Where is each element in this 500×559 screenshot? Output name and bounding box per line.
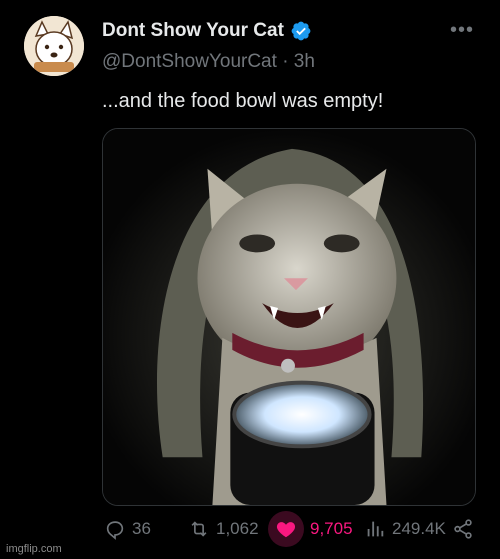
share-icon <box>454 519 472 539</box>
reply-button[interactable]: 36 <box>104 513 151 545</box>
like-highlight <box>268 511 304 547</box>
view-count: 249.4K <box>392 519 446 538</box>
timestamp[interactable]: 3h <box>294 51 315 72</box>
tweet-media[interactable] <box>102 128 476 506</box>
watermark: imgflip.com <box>6 543 62 555</box>
cat-with-flashlight-image <box>103 129 475 505</box>
display-name[interactable]: Dont Show Your Cat <box>102 20 284 42</box>
like-button[interactable]: 9,705 <box>268 511 353 547</box>
tweet-text: ...and the food bowl was empty! <box>102 90 384 112</box>
share-button[interactable] <box>452 513 474 545</box>
retweet-button[interactable]: 1,062 <box>188 513 259 545</box>
verified-badge-icon <box>291 21 311 41</box>
views-button[interactable]: 249.4K <box>364 513 446 545</box>
tweet-actions: 36 1,062 9,705 249.4K <box>102 511 476 547</box>
handle[interactable]: @DontShowYourCat <box>102 51 277 72</box>
views-icon <box>367 521 384 537</box>
retweet-count: 1,062 <box>216 519 259 538</box>
more-options-icon[interactable]: ••• <box>450 20 474 40</box>
avatar[interactable] <box>24 16 84 76</box>
reply-icon <box>106 521 124 540</box>
separator: · <box>282 51 289 72</box>
reply-count: 36 <box>132 519 151 538</box>
retweet-icon <box>191 521 207 537</box>
author-row: Dont Show Your Cat <box>102 20 312 42</box>
like-count: 9,705 <box>310 519 353 538</box>
heart-icon <box>276 522 296 538</box>
avatar-dog-logo <box>24 16 84 76</box>
handle-row: @DontShowYourCat · 3h <box>102 51 315 73</box>
